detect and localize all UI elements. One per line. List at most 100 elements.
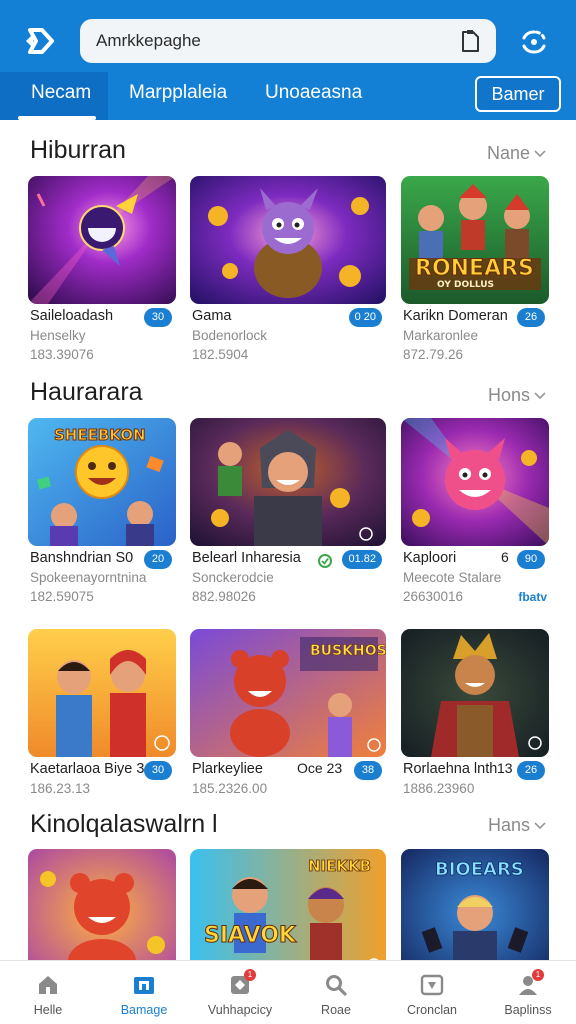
game-thumbnail[interactable] [401,629,549,757]
nav-home[interactable]: Helle [0,961,96,1024]
game-art-subtitle: OY DOLLUS [437,280,495,290]
rating-badge: 38 [354,761,382,780]
game-thumbnail[interactable]: BIOEARS [401,849,549,960]
app-header: Necam Marpplaleia Unoaeasna Bamer [0,0,576,120]
game-art-monster [190,176,386,304]
see-more-label: Hons [487,385,530,405]
game-stats: 183.39076 [30,347,94,362]
game-thumbnail[interactable] [401,418,549,546]
game-card[interactable]: BIOEARS [401,849,549,960]
tab-underline [18,116,96,120]
game-stats: 185.2326.00 [192,781,268,796]
game-art-title: SIAVOK [204,923,297,949]
refresh-icon [318,554,332,568]
game-developer: Spokeenayorntnina [30,570,147,585]
game-stats: 1886.23960 [403,781,475,796]
game-card[interactable]: BUSKHOS Plarkeyliee Oce 23 38 185.2326.0… [190,629,386,796]
game-title: Gama [192,308,232,324]
nav-profile[interactable]: 1 Baplinss [480,961,576,1024]
nav-label: Cronclan [406,1003,458,1017]
nav-wallet[interactable]: Cronclan [384,961,480,1024]
tab-bar: Necam Marpplaleia Unoaeasna Bamer [0,72,576,120]
game-art-title: BUSKHOS [310,643,386,660]
see-more-link[interactable]: Nane [487,143,546,164]
game-stats: 882.98026 [192,589,256,604]
home-icon [39,976,57,994]
game-stats: 182.59075 [30,589,94,604]
game-title: Plarkeyliee [192,761,263,777]
game-card[interactable]: SIAVOK NIEKKB [190,849,386,960]
rating-badge: 30 [144,761,172,780]
banner-button[interactable]: Bamer [475,76,561,112]
game-art-red-bear [28,849,176,960]
game-thumbnail[interactable] [28,849,176,960]
game-thumbnail[interactable]: BUSKHOS [190,629,386,757]
rating-badge: 26 [517,308,545,327]
game-thumbnail[interactable] [190,418,386,546]
nav-search[interactable]: Roae [288,961,384,1024]
search-bar[interactable] [80,19,496,63]
section-title: Kinolqalaswalrn l [30,810,218,838]
game-card[interactable]: SHEEBKON Banshndrian S0 20 Spokeenayornt… [28,418,176,604]
game-tag-link[interactable]: fbatv [518,590,547,604]
search-icon [326,975,347,996]
game-developer: Sonckerodcie [192,570,274,585]
game-thumbnail[interactable] [28,629,176,757]
game-art-friends [28,629,176,757]
notification-badge: 1 [532,969,544,981]
see-more-link[interactable]: Hons [488,385,546,406]
rating-badge: 0 20 [348,308,382,327]
nav-label: Bamage [120,1003,168,1017]
tab-unoaeasna[interactable]: Unoaeasna [265,82,362,104]
app-logo-icon[interactable] [22,24,56,58]
tab-necam[interactable]: Necam [31,82,91,104]
game-stats: 186.23.13 [30,781,91,796]
see-more-label: Nane [486,143,530,163]
nav-label: Baplinss [504,1003,552,1017]
nav-label: Helle [33,1003,63,1017]
see-more-link[interactable]: Hans [488,815,546,836]
game-thumbnail[interactable] [28,176,176,304]
section-title: Haurarara [30,378,143,406]
game-card[interactable]: Kaetarlaoa Biye 3 30 186.23.13 [28,629,176,796]
game-card[interactable]: RONEARS OY DOLLUS Karikn Domeran 26 Mark… [401,176,549,362]
game-thumbnail[interactable]: SHEEBKON [28,418,176,546]
game-card[interactable]: Saileloadash 30 Henselky 183.39076 [28,176,176,362]
game-card[interactable] [28,849,176,960]
nav-label: Vuhhapcicy [207,1003,273,1017]
tab-marketplace[interactable]: Marpplaleia [129,82,227,104]
chevron-down-icon [534,391,546,399]
game-art-warrior [401,629,549,757]
store-icon [134,977,154,994]
clipboard-icon[interactable] [458,28,482,54]
notification-badge: 1 [244,969,256,981]
nav-puzzle[interactable]: 1 Vuhhapcicy [192,961,288,1024]
game-title: Banshndrian S0 [30,550,134,566]
section-title: Hiburran [30,136,126,164]
game-card[interactable]: Belearl Inharesia 01.82 Sonckerodcie 882… [190,418,386,604]
game-art-title: BIOEARS [435,859,525,881]
game-developer: Henselky [30,328,86,343]
game-art-rocket [28,176,176,304]
game-developer: Bodenorlock [192,328,268,343]
search-input[interactable] [96,31,436,51]
game-card[interactable]: Kaploori 6 90 Meecote Stalare 26630016 f… [401,418,549,604]
nav-store[interactable]: Bamage [96,961,192,1024]
game-art-title: RONEARS [415,256,535,282]
game-thumbnail[interactable]: SIAVOK NIEKKB [190,849,386,960]
game-thumbnail[interactable]: RONEARS OY DOLLUS [401,176,549,304]
rating-badge: 20 [144,550,172,569]
game-thumbnail[interactable] [190,176,386,304]
game-art-devil [401,418,549,546]
game-art-knight [190,418,386,546]
rating-badge: 26 [517,761,545,780]
wallet-icon [420,974,444,996]
game-card[interactable]: Gama 0 20 Bodenorlock 182.5904 [190,176,386,362]
game-stats: 26630016 [403,589,464,604]
game-rank: 6 [501,549,509,565]
rating-badge: 01.82 [342,550,382,569]
scan-icon[interactable] [518,26,550,58]
game-stats: 182.5904 [192,347,249,362]
game-card[interactable]: Rorlaehna lnth 13 26 1886.23960 [401,629,549,796]
game-date: Oce 23 [297,760,343,776]
